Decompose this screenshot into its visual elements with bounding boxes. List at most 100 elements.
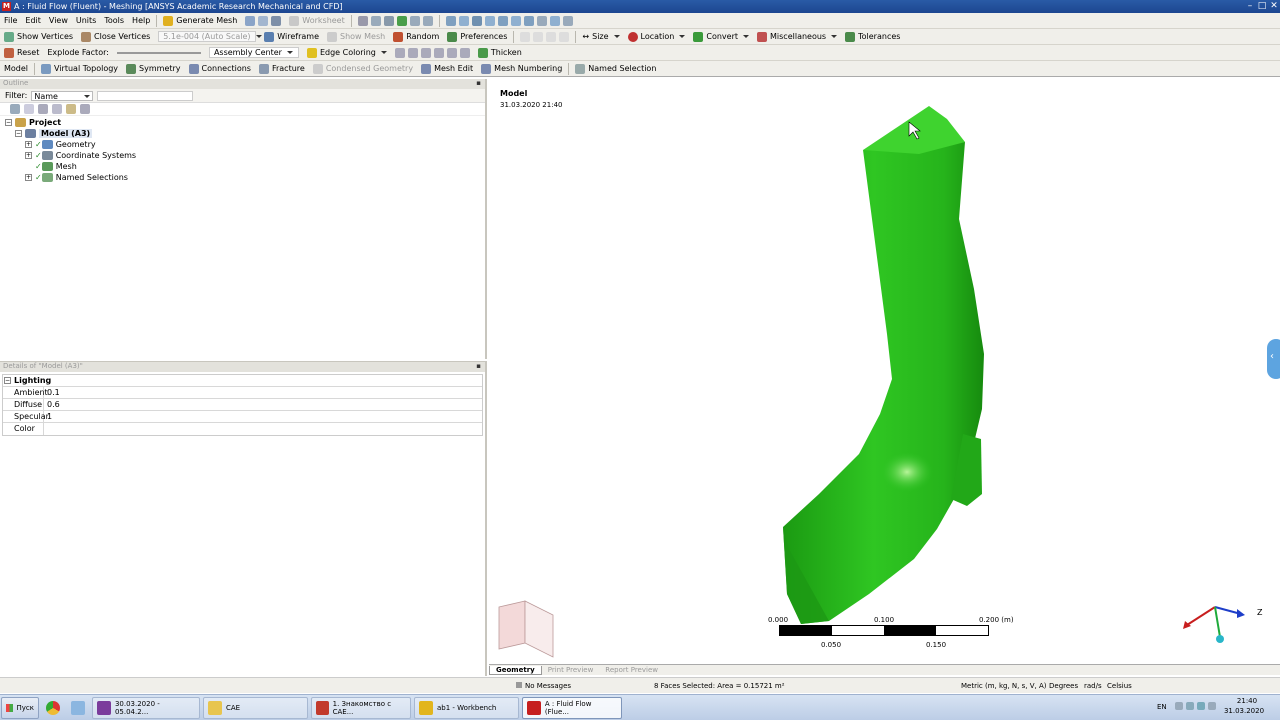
- scale-label-050: 0.050: [821, 641, 842, 649]
- graphics-viewport[interactable]: Model 31.03.2020 21:40 0.000 0.100 0.200…: [489, 79, 1280, 664]
- view-triad-box[interactable]: [493, 599, 555, 659]
- tray-icon[interactable]: [1186, 702, 1194, 710]
- window-title-bar: M A : Fluid Flow (Fluent) - Meshing [ANS…: [0, 0, 1280, 13]
- worksheet-button[interactable]: Worksheet: [285, 13, 348, 28]
- generate-mesh-button[interactable]: Generate Mesh: [159, 13, 241, 28]
- edge-coloring-button[interactable]: Edge Coloring: [303, 45, 391, 60]
- clock-time[interactable]: 21:40: [1232, 697, 1262, 705]
- tree-tool-icon[interactable]: [24, 104, 34, 114]
- pipe-geometry[interactable]: [489, 79, 1280, 664]
- language-indicator[interactable]: EN: [1157, 703, 1167, 711]
- tab-report-preview[interactable]: Report Preview: [599, 666, 664, 674]
- condensed-geometry-button[interactable]: Condensed Geometry: [309, 61, 417, 76]
- virtual-topology-button[interactable]: Virtual Topology: [37, 61, 122, 76]
- taskbar-item-meshing[interactable]: A : Fluid Flow (Flue...: [522, 696, 622, 719]
- wireframe-button[interactable]: Wireframe: [260, 29, 323, 44]
- maximize-icon[interactable]: □: [1256, 0, 1268, 13]
- show-mesh-button[interactable]: Show Mesh: [323, 29, 389, 44]
- tree-tool-icon[interactable]: [38, 104, 48, 114]
- ansys-icon: [419, 700, 433, 715]
- messages-status[interactable]: No Messages: [516, 682, 571, 690]
- edge-tools-icons[interactable]: [391, 45, 474, 60]
- chrome-launcher[interactable]: [42, 697, 64, 719]
- mesh-numbering-button[interactable]: Mesh Numbering: [477, 61, 566, 76]
- minimize-icon[interactable]: –: [1244, 0, 1256, 13]
- tree-item-model[interactable]: − Model (A3): [5, 128, 485, 139]
- close-icon[interactable]: ✕: [1268, 0, 1280, 13]
- close-vertices-button[interactable]: Close Vertices: [77, 29, 154, 44]
- tree-item-coordinate-systems[interactable]: + ✓ Coordinate Systems: [5, 150, 485, 161]
- menu-tools[interactable]: Tools: [100, 13, 128, 28]
- selection-status: 8 Faces Selected: Area = 0.15721 m²: [654, 682, 785, 690]
- details-row[interactable]: Diffuse 0.6: [3, 399, 482, 411]
- tree-item-geometry[interactable]: + ✓ Geometry: [5, 139, 485, 150]
- assembly-center-select[interactable]: Assembly Center: [208, 47, 299, 58]
- convert-button[interactable]: Convert: [689, 29, 753, 44]
- tab-print-preview[interactable]: Print Preview: [542, 666, 600, 674]
- start-button[interactable]: Пуск: [1, 696, 39, 719]
- tree-item-project[interactable]: − Project: [5, 117, 485, 128]
- explode-slider[interactable]: [113, 45, 205, 60]
- tray-icon[interactable]: [1175, 702, 1183, 710]
- chrome-icon: [46, 700, 60, 715]
- connections-button[interactable]: Connections: [185, 61, 255, 76]
- outline-panel: Outline ▪ Filter: Name − Project − Model (A…: [0, 79, 487, 359]
- location-button[interactable]: Location: [624, 29, 690, 44]
- taskbar-item-onenote[interactable]: 30.03.2020 - 05.04.2...: [92, 696, 200, 719]
- menu-file[interactable]: File: [0, 13, 21, 28]
- geometry-icon: [41, 140, 53, 149]
- random-button[interactable]: Random: [389, 29, 443, 44]
- tree-tool-icon[interactable]: [52, 104, 62, 114]
- temperature-status[interactable]: Celsius: [1107, 682, 1132, 690]
- degrees-status[interactable]: Degrees: [1049, 682, 1078, 690]
- taskbar-item-pdf[interactable]: 1. Знакомство с САЕ...: [311, 696, 411, 719]
- taskbar-item-cae[interactable]: CAE: [203, 696, 308, 719]
- details-row[interactable]: Ambient 0.1: [3, 387, 482, 399]
- tray-icon[interactable]: [1197, 702, 1205, 710]
- tab-geometry[interactable]: Geometry: [489, 665, 542, 675]
- chevron-left-icon: ‹: [1270, 351, 1274, 362]
- fracture-button[interactable]: Fracture: [255, 61, 309, 76]
- tolerances-button[interactable]: Tolerances: [841, 29, 904, 44]
- tree-tool-icon[interactable]: [10, 104, 20, 114]
- tree-tool-icon[interactable]: [80, 104, 90, 114]
- menu-view[interactable]: View: [45, 13, 72, 28]
- menu-units[interactable]: Units: [72, 13, 100, 28]
- clock-date[interactable]: 31.03.2020: [1222, 707, 1266, 715]
- reset-button[interactable]: Reset: [0, 45, 43, 60]
- details-group-lighting[interactable]: − Lighting: [3, 375, 482, 387]
- details-row[interactable]: Color: [3, 423, 482, 435]
- tree-item-mesh[interactable]: ✓ Mesh: [5, 161, 485, 172]
- model-tab[interactable]: Model: [0, 61, 32, 76]
- pin-icon[interactable]: ▪: [476, 362, 481, 371]
- filter-input[interactable]: [97, 90, 194, 101]
- units-status[interactable]: Metric (m, kg, N, s, V, A): [961, 682, 1046, 690]
- details-row[interactable]: Specular 1: [3, 411, 482, 423]
- tray-icon[interactable]: [1208, 702, 1216, 710]
- taskbar-item-workbench[interactable]: ab1 - Workbench: [414, 696, 519, 719]
- axis-icons[interactable]: [516, 29, 573, 44]
- auto-scale-select[interactable]: 5.1e-004 (Auto Scale): [158, 31, 262, 42]
- tree-tool-icon[interactable]: [66, 104, 76, 114]
- view-tools-icons[interactable]: [442, 13, 577, 28]
- selection-tools-icons[interactable]: [354, 13, 437, 28]
- symmetry-button[interactable]: Symmetry: [122, 61, 184, 76]
- side-expand-button[interactable]: ‹: [1267, 339, 1280, 379]
- named-selection-button[interactable]: Named Selection: [571, 61, 660, 76]
- show-vertices-button[interactable]: Show Vertices: [0, 29, 77, 44]
- viewport-tabs: Geometry Print Preview Report Preview: [489, 664, 1280, 675]
- thicken-button[interactable]: Thicken: [474, 45, 526, 60]
- toolbar-icons-a[interactable]: [241, 13, 285, 28]
- explorer-launcher[interactable]: [67, 697, 89, 719]
- outline-tree: − Project − Model (A3) + ✓ Geometry + ✓ Coordi…: [0, 116, 485, 183]
- tree-item-named-selections[interactable]: + ✓ Named Selections: [5, 172, 485, 183]
- menu-edit[interactable]: Edit: [21, 13, 45, 28]
- preferences-button[interactable]: Preferences: [443, 29, 511, 44]
- size-button[interactable]: ↔ Size: [578, 29, 623, 44]
- menu-help[interactable]: Help: [128, 13, 154, 28]
- pin-icon[interactable]: ▪: [476, 79, 481, 88]
- rad-status[interactable]: rad/s: [1084, 682, 1102, 690]
- mesh-edit-button[interactable]: Mesh Edit: [417, 61, 477, 76]
- miscellaneous-button[interactable]: Miscellaneous: [753, 29, 841, 44]
- filter-select[interactable]: Name: [31, 90, 94, 101]
